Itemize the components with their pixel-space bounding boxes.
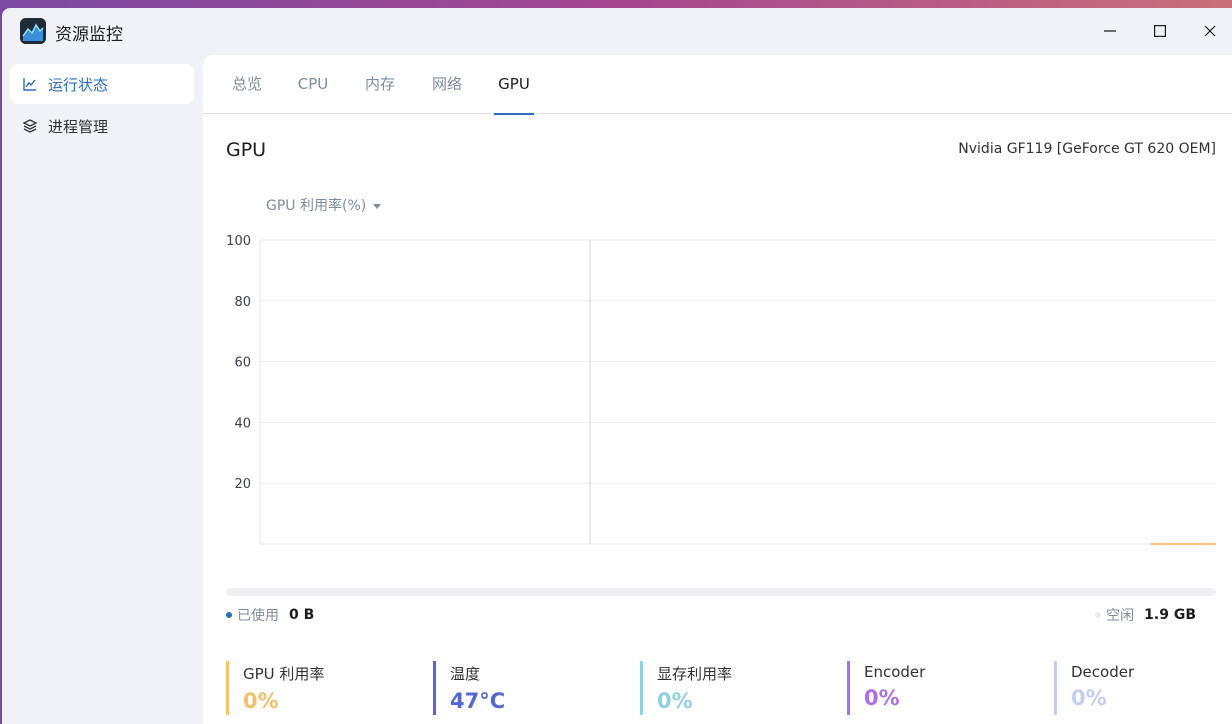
sidebar-item-status[interactable]: 运行状态 xyxy=(10,64,194,104)
app-window: 资源监控 运行状态 进程管理 总览 CPU 内存 网络 GPU GPU Nvid… xyxy=(2,8,1232,724)
stat-label: 温度 xyxy=(450,665,481,683)
minimize-icon xyxy=(1104,30,1116,32)
memory-used-value: 0 B xyxy=(289,607,315,623)
metric-dropdown[interactable]: GPU 利用率(%) xyxy=(266,195,382,215)
tab-overview[interactable]: 总览 xyxy=(231,55,263,114)
stat-label: 显存利用率 xyxy=(657,665,733,683)
memory-usage-bar xyxy=(226,588,1216,596)
maximize-icon xyxy=(1154,25,1166,37)
layers-icon xyxy=(22,118,38,134)
y-tick-label: 80 xyxy=(234,295,251,310)
main-panel: 总览 CPU 内存 网络 GPU GPU Nvidia GF119 [GeFor… xyxy=(203,55,1232,724)
stat-value: 0% xyxy=(1071,686,1107,710)
stat-temperature: 温度 47°C xyxy=(433,661,505,715)
tab-bar: 总览 CPU 内存 网络 GPU xyxy=(203,55,1232,115)
tab-network[interactable]: 网络 xyxy=(430,55,464,114)
metric-dropdown-label: GPU 利用率(%) xyxy=(266,198,367,214)
memory-free: 空闲 1.9 GB xyxy=(1095,605,1196,625)
app-logo-icon xyxy=(20,18,46,44)
free-dot-icon xyxy=(1095,612,1102,618)
stat-gpu-usage: GPU 利用率 0% xyxy=(226,661,324,715)
tab-cpu[interactable]: CPU xyxy=(297,55,329,114)
stat-encoder: Encoder 0% xyxy=(847,661,925,715)
memory-free-label: 空闲 xyxy=(1106,608,1135,624)
gpu-usage-chart: 20 40 60 80 100 xyxy=(226,234,1217,545)
y-tick-label: 100 xyxy=(226,234,251,249)
tab-memory[interactable]: 内存 xyxy=(363,55,397,114)
tab-gpu[interactable]: GPU xyxy=(494,55,534,115)
y-tick-label: 60 xyxy=(234,356,251,371)
page-title: GPU xyxy=(226,139,267,161)
close-button[interactable] xyxy=(1190,16,1230,46)
memory-used-label: 已使用 xyxy=(237,608,279,624)
stat-decoder: Decoder 0% xyxy=(1054,661,1134,715)
memory-used: 已使用 0 B xyxy=(226,605,314,625)
stat-value: 0% xyxy=(243,689,279,713)
sidebar-item-processes[interactable]: 进程管理 xyxy=(10,106,194,146)
app-title: 资源监控 xyxy=(55,25,123,45)
gpu-model: Nvidia GF119 [GeForce GT 620 OEM] xyxy=(958,141,1216,157)
maximize-button[interactable] xyxy=(1140,16,1180,46)
sidebar-item-label: 进程管理 xyxy=(48,117,109,136)
used-dot-icon xyxy=(226,612,232,618)
sidebar-item-label: 运行状态 xyxy=(48,75,109,94)
stat-label: Decoder xyxy=(1071,663,1135,681)
stat-value: 47°C xyxy=(450,689,506,713)
stat-value: 0% xyxy=(657,689,693,713)
y-tick-label: 40 xyxy=(234,416,251,431)
stat-vram-usage: 显存利用率 0% xyxy=(640,661,732,715)
minimize-button[interactable] xyxy=(1090,16,1130,46)
close-icon xyxy=(1204,25,1216,37)
title-bar: 资源监控 xyxy=(2,8,1232,54)
caret-down-icon xyxy=(373,203,382,209)
y-tick-label: 20 xyxy=(234,477,251,492)
stat-label: GPU 利用率 xyxy=(243,665,325,683)
memory-free-value: 1.9 GB xyxy=(1144,607,1196,623)
chart-line-icon xyxy=(22,76,38,92)
stat-value: 0% xyxy=(864,686,900,710)
stat-label: Encoder xyxy=(864,663,926,681)
